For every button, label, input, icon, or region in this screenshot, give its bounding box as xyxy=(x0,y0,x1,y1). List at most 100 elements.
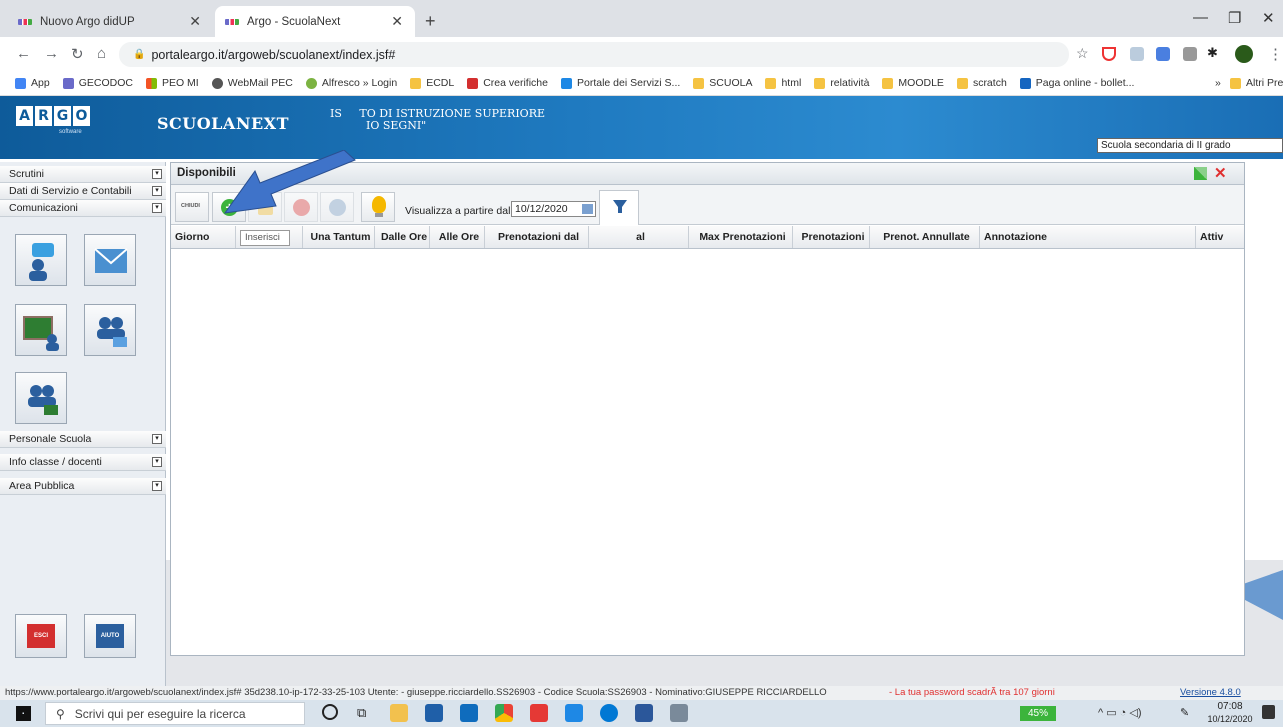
bookmark-gecodoc[interactable]: GECODOC xyxy=(62,77,133,89)
clock-time[interactable]: 07:08 xyxy=(1212,701,1248,712)
speaker-meeting-icon[interactable] xyxy=(15,234,67,286)
menu-icon[interactable]: ⋮ xyxy=(1268,45,1283,63)
sidebar-item-personale-scuola[interactable]: Personale Scuola ▾ xyxy=(0,431,166,448)
date-input[interactable]: 10/12/2020 xyxy=(511,201,596,217)
bookmark-paga-online[interactable]: Paga online - bollet... xyxy=(1019,77,1134,89)
institute-name: IS TO DI ISTRUZIONE SUPERIORE IO SEGNI" xyxy=(330,108,545,132)
column-header-prenot-annullate[interactable]: Prenot. Annullate xyxy=(870,226,980,248)
column-header-prenotazioni-dal[interactable]: Prenotazioni dal xyxy=(485,226,589,248)
download-extension-icon[interactable] xyxy=(1130,47,1144,61)
logo-letter: R xyxy=(35,106,52,126)
chevron-down-icon[interactable]: ▾ xyxy=(152,169,162,179)
help-button[interactable]: AIUTO xyxy=(84,614,136,658)
bookmark-html[interactable]: html xyxy=(765,77,801,89)
back-icon[interactable]: ← xyxy=(16,45,31,62)
column-header-annotazione[interactable]: Annotazione xyxy=(980,226,1196,248)
sidebar-item-scrutini[interactable]: Scrutini ▾ xyxy=(0,166,166,183)
new-tab-icon[interactable]: + xyxy=(425,11,436,32)
pen-icon[interactable]: ✎ xyxy=(1180,706,1189,719)
battery-indicator[interactable]: 45% xyxy=(1020,706,1056,721)
column-header-max-prenotazioni[interactable]: Max Prenotazioni xyxy=(689,226,793,248)
extension-icon[interactable] xyxy=(1183,47,1197,61)
bookmark-relativita[interactable]: relatività xyxy=(814,77,869,89)
outlook-icon[interactable] xyxy=(460,704,478,722)
minimize-icon[interactable]: — xyxy=(1193,9,1208,26)
bookmark-moodle[interactable]: MOODLE xyxy=(882,77,944,89)
acrobat-icon[interactable] xyxy=(530,704,548,722)
bookmark-peo-mi[interactable]: PEO MI xyxy=(145,77,199,89)
sidebar-item-dati-servizio[interactable]: Dati di Servizio e Contabili ▾ xyxy=(0,183,166,200)
shield-extension-icon[interactable] xyxy=(1102,47,1116,61)
tray-icons[interactable]: ^ ▭ ◔ ◁) xyxy=(1098,706,1142,719)
folder-icon xyxy=(814,77,826,89)
group-users-icon[interactable] xyxy=(84,304,136,356)
forward-icon[interactable]: → xyxy=(44,45,59,62)
bookmark-ecdl[interactable]: ECDL xyxy=(410,77,454,89)
calendar-icon[interactable] xyxy=(582,204,593,214)
url-field[interactable]: 🔒 portaleargo.it/argoweb/scuolanext/inde… xyxy=(119,42,1069,67)
reload-icon[interactable]: ↻ xyxy=(71,45,84,63)
window-close-icon[interactable]: ✕ xyxy=(1262,9,1275,27)
bookmark-alfresco[interactable]: Alfresco » Login xyxy=(305,77,397,89)
profile-avatar[interactable] xyxy=(1235,45,1253,63)
puzzle-icon[interactable]: ✱ xyxy=(1207,45,1221,60)
column-header-attiv[interactable]: Attiv xyxy=(1196,226,1236,248)
envelope-icon[interactable] xyxy=(84,234,136,286)
more-bookmarks-icon[interactable]: » xyxy=(1215,77,1221,89)
column-header-prenotazioni[interactable]: Prenotazioni xyxy=(793,226,870,248)
chevron-down-icon[interactable]: ▾ xyxy=(152,481,162,491)
info-button[interactable] xyxy=(361,192,395,222)
column-header-al[interactable]: al xyxy=(589,226,689,248)
column-header-dalle-ore[interactable]: Dalle Ore xyxy=(375,226,430,248)
school-type-select[interactable]: Scuola secondaria di II grado xyxy=(1097,138,1283,153)
filter-button[interactable] xyxy=(599,190,639,225)
close-panel-icon[interactable]: ✕ xyxy=(1214,164,1227,182)
chevron-down-icon[interactable]: ▾ xyxy=(152,457,162,467)
chrome-icon[interactable] xyxy=(495,704,513,722)
bookmark-scratch[interactable]: scratch xyxy=(956,77,1007,89)
meet-extension-icon[interactable] xyxy=(1156,47,1170,61)
column-header-giorno[interactable]: Giorno xyxy=(171,226,236,248)
bookmark-altri-preferiti[interactable]: Altri Preferiti xyxy=(1230,77,1283,89)
edge-icon[interactable] xyxy=(600,704,618,722)
bookmark-crea-verifiche[interactable]: Crea verifiche xyxy=(467,77,548,89)
clock-date[interactable]: 10/12/2020 xyxy=(1205,714,1255,724)
chevron-down-icon[interactable]: ▾ xyxy=(152,203,162,213)
app-icon[interactable] xyxy=(670,704,688,722)
bookmark-webmail-pec[interactable]: WebMail PEC xyxy=(211,77,293,89)
close-button[interactable]: CHIUDI xyxy=(175,192,209,222)
chevron-down-icon[interactable]: ▾ xyxy=(152,186,162,196)
file-explorer-icon[interactable] xyxy=(390,704,408,722)
maximize-icon[interactable]: ❐ xyxy=(1228,9,1241,27)
bookmark-portale-servizi[interactable]: Portale dei Servizi S... xyxy=(560,77,680,89)
notification-icon[interactable] xyxy=(1262,705,1275,719)
bookmark-scuola[interactable]: SCUOLA xyxy=(693,77,752,89)
maximize-panel-icon[interactable] xyxy=(1194,167,1207,180)
bookmark-apps[interactable]: App xyxy=(15,77,50,89)
chevron-down-icon[interactable]: ▾ xyxy=(152,434,162,444)
star-icon[interactable]: ☆ xyxy=(1076,45,1089,62)
close-icon[interactable]: ✕ xyxy=(189,13,201,30)
home-icon[interactable]: ⌂ xyxy=(97,45,106,62)
close-icon[interactable]: ✕ xyxy=(391,13,403,30)
sidebar-item-comunicazioni[interactable]: Comunicazioni ▾ xyxy=(0,200,166,217)
app-l-icon[interactable] xyxy=(565,704,583,722)
column-header-una-tantum[interactable]: Una Tantum xyxy=(303,226,375,248)
lightbulb-icon xyxy=(372,196,386,213)
cortana-icon[interactable] xyxy=(322,704,338,720)
tab-nuovo-argo-didup[interactable]: Nuovo Argo didUP ✕ xyxy=(8,6,213,37)
windows-start-icon[interactable] xyxy=(16,706,31,721)
password-warning: - La tua password scadrÃ tra 107 giorni xyxy=(889,687,1055,698)
version-link[interactable]: Versione 4.8.0 xyxy=(1180,686,1241,700)
blackboard-icon[interactable] xyxy=(15,304,67,356)
sidebar-item-area-pubblica[interactable]: Area Pubblica ▾ xyxy=(0,478,166,495)
group-board-icon[interactable] xyxy=(15,372,67,424)
column-header-alle-ore[interactable]: Alle Ore xyxy=(430,226,485,248)
exit-button[interactable]: ESCI xyxy=(15,614,67,658)
sidebar-item-info-classe[interactable]: Info classe / docenti ▾ xyxy=(0,454,166,471)
tab-argo-scuolanext[interactable]: Argo - ScuolaNext ✕ xyxy=(215,6,415,37)
word-icon[interactable] xyxy=(635,704,653,722)
taskbar-search-input[interactable]: ⚲ Scrivi qui per eseguire la ricerca xyxy=(45,702,305,725)
store-icon[interactable] xyxy=(425,704,443,722)
task-view-icon[interactable]: ⧉ xyxy=(357,705,366,721)
